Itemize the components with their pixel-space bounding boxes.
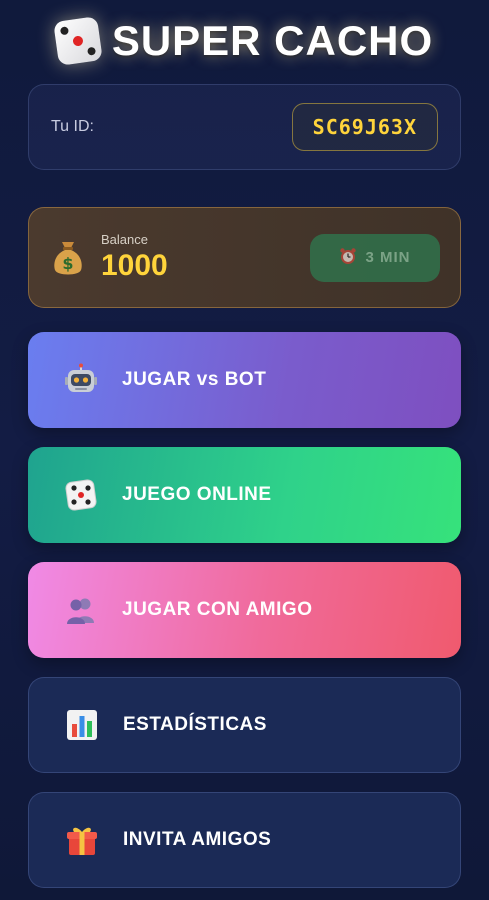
invite-friends-button[interactable]: INVITA AMIGOS <box>28 792 461 888</box>
play-vs-bot-label: JUGAR vs BOT <box>122 369 267 390</box>
statistics-button[interactable]: ESTADÍSTICAS <box>28 677 461 773</box>
app-title: SUPER CACHO <box>111 17 434 64</box>
play-vs-bot-button[interactable]: JUGAR vs BOT <box>28 332 461 428</box>
dice-icon <box>52 16 103 66</box>
play-with-friend-button[interactable]: JUGAR CON AMIGO <box>28 562 461 658</box>
user-id-value[interactable]: SC69J63X <box>291 103 438 151</box>
robot-icon <box>64 363 98 397</box>
balance-label: Balance <box>101 232 148 247</box>
alarm-clock-icon <box>339 247 357 269</box>
bar-chart-icon <box>65 708 99 742</box>
online-game-label: JUEGO ONLINE <box>122 484 272 505</box>
play-with-friend-label: JUGAR CON AMIGO <box>122 599 313 620</box>
money-bag-icon: $ <box>51 238 85 278</box>
people-icon <box>64 593 98 627</box>
balance-card: $ Balance 1000 3 MIN <box>28 207 461 308</box>
invite-friends-label: INVITA AMIGOS <box>123 829 272 850</box>
svg-text:$: $ <box>62 254 73 273</box>
online-game-button[interactable]: JUEGO ONLINE <box>28 447 461 543</box>
user-id-card: Tu ID: SC69J63X <box>28 84 461 170</box>
timer-button[interactable]: 3 MIN <box>310 233 440 282</box>
statistics-label: ESTADÍSTICAS <box>123 714 267 735</box>
gift-icon <box>65 823 99 857</box>
dice-icon <box>64 478 98 512</box>
app-header: SUPER CACHO <box>0 14 489 68</box>
balance-value: 1000 <box>101 249 168 282</box>
timer-label: 3 MIN <box>365 249 411 266</box>
user-id-label: Tu ID: <box>51 118 94 135</box>
